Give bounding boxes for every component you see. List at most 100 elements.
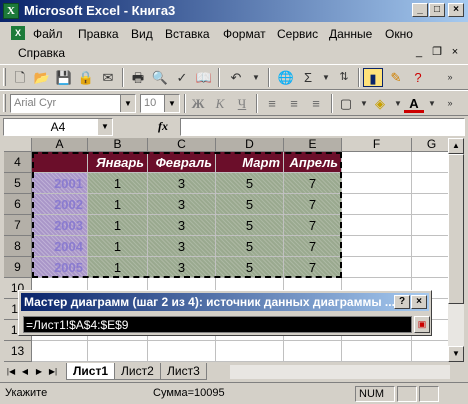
row-header[interactable]: 4: [4, 152, 32, 173]
bold-button[interactable]: Ж: [188, 94, 208, 113]
sheet-tab-1[interactable]: Лист1: [66, 363, 116, 380]
data-range-input[interactable]: =Лист1!$A$4:$E$9: [23, 316, 412, 333]
table-cell[interactable]: [342, 257, 412, 278]
header-cell[interactable]: Апрель: [284, 152, 342, 173]
data-cell[interactable]: 1: [88, 194, 148, 215]
data-cell[interactable]: 5: [216, 173, 284, 194]
underline-button[interactable]: Ч: [232, 94, 252, 113]
menu-format[interactable]: Формат: [223, 27, 266, 41]
menu-window[interactable]: Окно: [385, 27, 413, 41]
scroll-down-icon[interactable]: ▼: [448, 346, 464, 362]
doc-restore-button[interactable]: ❐: [430, 46, 444, 59]
function-icon[interactable]: fx: [158, 119, 168, 134]
data-cell[interactable]: 7: [284, 215, 342, 236]
column-header[interactable]: C: [148, 138, 216, 152]
data-cell[interactable]: 5: [216, 194, 284, 215]
close-button[interactable]: ×: [448, 3, 464, 17]
table-cell[interactable]: [412, 236, 448, 257]
scroll-up-icon[interactable]: ▲: [448, 138, 464, 154]
table-cell[interactable]: [412, 341, 448, 362]
next-sheet-icon[interactable]: ▶: [32, 365, 46, 379]
print-preview-icon[interactable]: 🔍: [150, 68, 170, 87]
table-cell[interactable]: [88, 341, 148, 362]
header-cell[interactable]: Январь: [88, 152, 148, 173]
year-cell[interactable]: 2002: [32, 194, 88, 215]
data-cell[interactable]: 7: [284, 257, 342, 278]
table-cell[interactable]: [342, 173, 412, 194]
data-cell[interactable]: 7: [284, 194, 342, 215]
dialog-close-button[interactable]: ×: [411, 295, 427, 309]
toolbar-options-icon[interactable]: »: [440, 94, 460, 113]
table-cell[interactable]: [342, 194, 412, 215]
chevron-down-icon[interactable]: ▼: [120, 95, 135, 112]
data-cell[interactable]: 3: [148, 236, 216, 257]
prev-sheet-icon[interactable]: ◀: [18, 365, 32, 379]
table-cell[interactable]: [412, 173, 448, 194]
data-cell[interactable]: 7: [284, 236, 342, 257]
year-cell[interactable]: 2003: [32, 215, 88, 236]
name-box[interactable]: A4 ▼: [3, 118, 113, 136]
data-cell[interactable]: 1: [88, 257, 148, 278]
column-header[interactable]: A: [32, 138, 88, 152]
minimize-button[interactable]: _: [412, 3, 428, 17]
toolbar-options-icon[interactable]: »: [440, 68, 460, 87]
data-cell[interactable]: 5: [216, 257, 284, 278]
table-cell[interactable]: [412, 257, 448, 278]
data-cell[interactable]: 3: [148, 173, 216, 194]
expand-dialog-icon[interactable]: ▣: [414, 316, 430, 333]
data-cell[interactable]: 3: [148, 215, 216, 236]
row-header[interactable]: 8: [4, 236, 32, 257]
table-cell[interactable]: [412, 215, 448, 236]
table-cell[interactable]: [216, 341, 284, 362]
research-icon[interactable]: 📖: [194, 68, 214, 87]
select-all-corner[interactable]: [4, 138, 32, 152]
table-cell[interactable]: [342, 215, 412, 236]
font-select[interactable]: Arial Cyr ▼: [10, 94, 136, 113]
autosum-dropdown-icon[interactable]: ▼: [316, 68, 336, 87]
table-cell[interactable]: [32, 341, 88, 362]
column-header[interactable]: B: [88, 138, 148, 152]
header-cell[interactable]: Март: [216, 152, 284, 173]
dialog-help-button[interactable]: ?: [394, 295, 410, 309]
toolbar-grip[interactable]: [3, 94, 6, 112]
undo-dropdown-icon[interactable]: ▼: [246, 68, 266, 87]
vertical-scrollbar[interactable]: ▲ ▼: [448, 138, 464, 362]
table-cell[interactable]: [342, 152, 412, 173]
column-header[interactable]: D: [216, 138, 284, 152]
year-cell[interactable]: 2005: [32, 257, 88, 278]
chevron-down-icon[interactable]: ▼: [98, 119, 112, 135]
table-cell[interactable]: [284, 341, 342, 362]
table-cell[interactable]: [148, 341, 216, 362]
scroll-thumb[interactable]: [448, 154, 464, 304]
fill-color-icon[interactable]: ◈: [370, 94, 390, 113]
menu-data[interactable]: Данные: [329, 27, 372, 41]
horizontal-scrollbar[interactable]: [230, 365, 450, 379]
doc-close-button[interactable]: ×: [448, 46, 462, 59]
excel-app-icon[interactable]: X: [3, 3, 19, 19]
align-left-icon[interactable]: ≡: [262, 94, 282, 113]
data-cell[interactable]: 1: [88, 173, 148, 194]
menu-tools[interactable]: Сервис: [277, 27, 318, 41]
row-header[interactable]: 9: [4, 257, 32, 278]
align-right-icon[interactable]: ≡: [306, 94, 326, 113]
open-icon[interactable]: 📂: [32, 68, 52, 87]
doc-minimize-button[interactable]: _: [412, 46, 426, 59]
permission-icon[interactable]: 🔒: [76, 68, 96, 87]
table-cell[interactable]: [412, 194, 448, 215]
save-icon[interactable]: 💾: [54, 68, 74, 87]
data-cell[interactable]: 3: [148, 257, 216, 278]
first-sheet-icon[interactable]: |◀: [4, 365, 18, 379]
font-color-dropdown-icon[interactable]: ▼: [422, 94, 442, 113]
undo-icon[interactable]: ↶: [226, 68, 246, 87]
sort-icon[interactable]: ⇅: [334, 68, 354, 87]
print-icon[interactable]: 🖶: [128, 68, 148, 87]
toolbar-grip[interactable]: [3, 68, 6, 86]
table-cell[interactable]: [412, 152, 448, 173]
column-header[interactable]: E: [284, 138, 342, 152]
data-cell[interactable]: 5: [216, 215, 284, 236]
row-header[interactable]: 6: [4, 194, 32, 215]
menu-insert[interactable]: Вставка: [165, 27, 210, 41]
column-header[interactable]: F: [342, 138, 412, 152]
maximize-button[interactable]: □: [429, 3, 445, 17]
year-cell[interactable]: 2004: [32, 236, 88, 257]
